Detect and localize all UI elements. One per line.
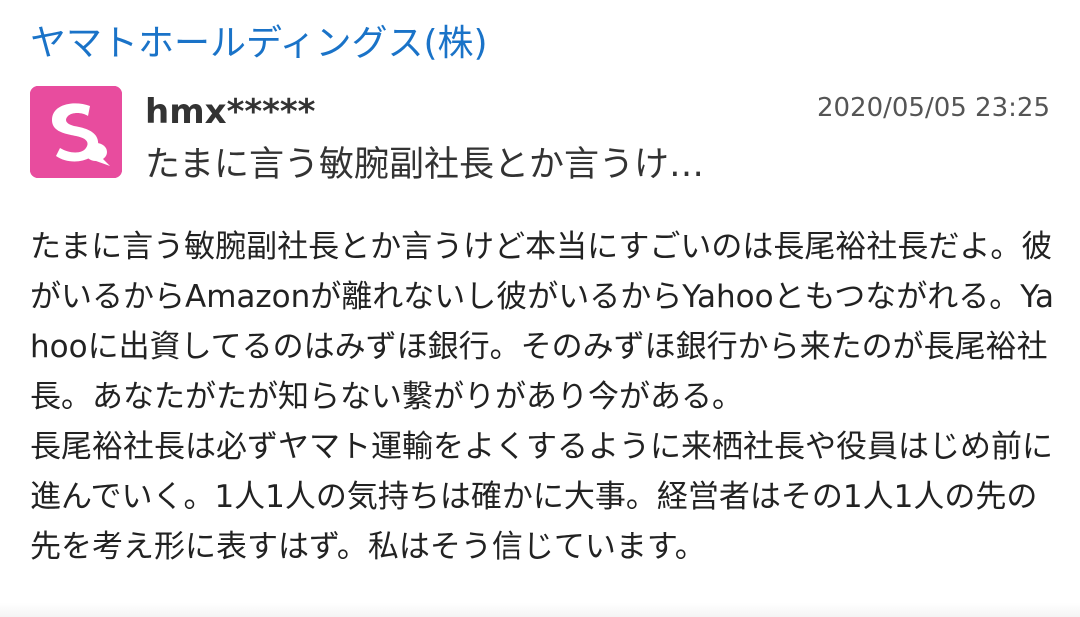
post-preview-title: たまに言う敏腕副社長とか言うけ… <box>145 145 704 185</box>
company-name-link[interactable]: ヤマトホールディングス(株) <box>30 18 488 70</box>
speech-bubble-icon <box>30 86 122 178</box>
post-page: ヤマトホールディングス(株) hmx***** 2020/05/05 23:25… <box>0 0 1080 617</box>
post-body: たまに言う敏腕副社長とか言うけど本当にすごいのは長尾裕社長だよ。彼がいるからAm… <box>30 222 1060 572</box>
username[interactable]: hmx***** <box>145 90 315 134</box>
post-timestamp: 2020/05/05 23:25 <box>816 93 1050 123</box>
bottom-divider <box>0 603 1080 617</box>
body-paragraph: 長尾裕社長は必ずヤマト運輸をよくするように来栖社長や役員はじめ前に進んでいく。1… <box>30 429 1053 565</box>
body-paragraph: たまに言う敏腕副社長とか言うけど本当にすごいのは長尾裕社長だよ。彼がいるからAm… <box>30 229 1054 415</box>
user-avatar[interactable] <box>30 86 122 178</box>
